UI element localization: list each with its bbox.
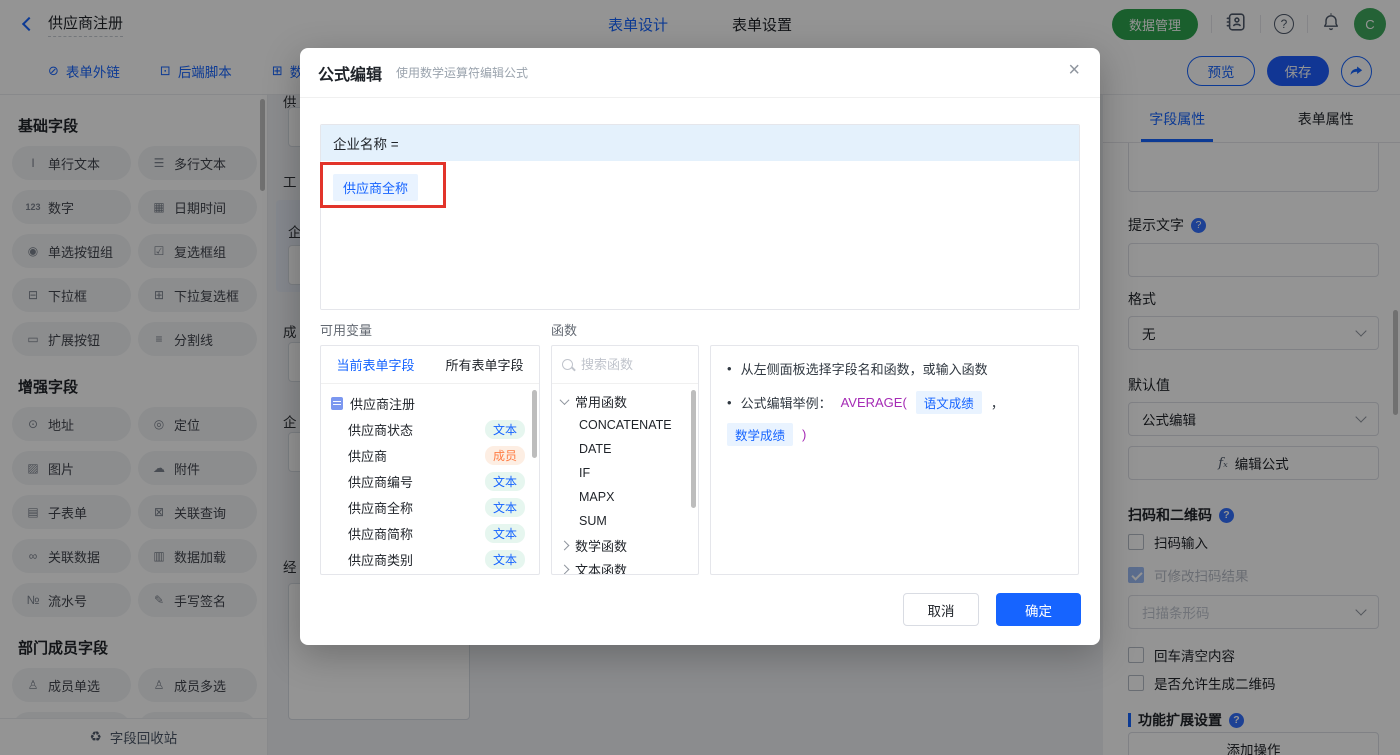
bullet-icon: •: [727, 361, 732, 376]
function-list: 常用函数 CONCATENATE DATE IF MAPX SUM 数学函数 文…: [552, 384, 698, 575]
variable-field-row[interactable]: 供应商简称 文本: [321, 520, 539, 546]
bullet-icon: •: [727, 395, 732, 410]
formula-edit-modal: 公式编辑 使用数学运算符编辑公式 × 企业名称 = 供应商全称 可用变量 函数 …: [300, 48, 1100, 645]
variable-field-row[interactable]: 供应商全称 文本: [321, 494, 539, 520]
app-window: 供应商注册 表单设计 表单设置 数据管理 ? C ⊘ 表单外链 ⊡ 后端脚本 ⊞…: [0, 0, 1400, 755]
function-items: CONCATENATE DATE IF MAPX SUM: [552, 413, 698, 533]
field-type-tag: 文本: [484, 523, 525, 543]
variable-field-row[interactable]: 供应商 成员: [321, 442, 539, 468]
cancel-button[interactable]: 取消: [903, 593, 979, 626]
example-chip: 语文成绩: [915, 391, 982, 414]
function-group-collapsed[interactable]: 文本函数: [552, 557, 698, 575]
field-type-tag: 文本: [484, 549, 525, 569]
search-icon: [562, 359, 573, 370]
function-group-collapsed[interactable]: 数学函数: [552, 533, 698, 557]
example-function: AVERAGE(: [840, 395, 907, 410]
function-item[interactable]: SUM: [552, 509, 698, 533]
variables-list: 供应商注册 供应商状态 文本 供应商 成员 供应商编号 文本 供应商全称 文本 …: [321, 384, 539, 572]
variable-field-row[interactable]: 供应商类别 文本: [321, 546, 539, 572]
chevron-down-icon: [559, 394, 570, 405]
example-close-paren: ): [802, 427, 807, 442]
modal-subtitle: 使用数学运算符编辑公式: [396, 66, 529, 80]
variables-panel: 当前表单字段 所有表单字段 供应商注册 供应商状态 文本 供应商 成员 供应商编…: [320, 345, 540, 575]
help-line-2: • 公式编辑举例： AVERAGE( 语文成绩 ， 数学成绩 ): [727, 391, 1062, 446]
variable-field-row[interactable]: 供应商编号 文本: [321, 468, 539, 494]
field-name: 供应商状态: [348, 422, 414, 438]
variables-label: 可用变量: [320, 323, 373, 338]
functions-scrollbar[interactable]: [691, 390, 696, 508]
function-search[interactable]: [552, 346, 698, 384]
help-text: 从左侧面板选择字段名和函数，或输入函数: [740, 362, 988, 377]
chevron-right-icon: [559, 540, 570, 550]
help-panel: • 从左侧面板选择字段名和函数，或输入函数 • 公式编辑举例： AVERAGE(…: [710, 345, 1079, 575]
field-name: 供应商: [348, 448, 388, 464]
modal-header: 公式编辑 使用数学运算符编辑公式 ×: [300, 48, 1100, 98]
chevron-right-icon: [559, 564, 570, 574]
tab-current-form-fields[interactable]: 当前表单字段: [321, 355, 430, 374]
function-group-common[interactable]: 常用函数: [552, 389, 698, 413]
function-item[interactable]: DATE: [552, 437, 698, 461]
collapsed-groups: 数学函数 文本函数: [552, 533, 698, 575]
function-item[interactable]: MAPX: [552, 485, 698, 509]
field-name: 供应商全称: [348, 500, 414, 516]
formula-target: 企业名称 =: [321, 125, 1079, 161]
form-doc-icon: [331, 396, 343, 410]
field-type-tag: 成员: [484, 445, 525, 465]
tab-all-form-fields[interactable]: 所有表单字段: [430, 355, 539, 374]
field-name: 供应商编号: [348, 474, 414, 490]
group-label: 数学函数: [575, 538, 628, 554]
confirm-button[interactable]: 确定: [996, 593, 1081, 626]
field-rows: 供应商状态 文本 供应商 成员 供应商编号 文本 供应商全称 文本 供应商简称 …: [321, 416, 539, 572]
variables-tabs: 当前表单字段 所有表单字段: [321, 346, 539, 384]
functions-panel: 常用函数 CONCATENATE DATE IF MAPX SUM: [551, 345, 699, 575]
example-comma: ，: [990, 396, 1004, 411]
help-example-prefix: 公式编辑举例：: [740, 396, 832, 411]
group-label: 文本函数: [575, 562, 628, 575]
help-line-1: • 从左侧面板选择字段名和函数，或输入函数: [727, 359, 1062, 378]
variable-field-row[interactable]: 供应商状态 文本: [321, 416, 539, 442]
function-item[interactable]: IF: [552, 461, 698, 485]
field-chip[interactable]: 供应商全称: [333, 174, 419, 201]
close-icon[interactable]: ×: [1068, 60, 1080, 80]
formula-body[interactable]: 供应商全称: [321, 161, 1079, 309]
functions-label: 函数: [551, 323, 578, 338]
example-chip: 数学成绩: [727, 423, 794, 446]
tree-root-label: 供应商注册: [350, 396, 416, 412]
modal-title: 公式编辑: [318, 66, 383, 84]
function-search-input[interactable]: [581, 357, 681, 372]
group-label: 常用函数: [575, 394, 628, 410]
field-name: 供应商简称: [348, 526, 414, 542]
field-type-tag: 文本: [484, 471, 525, 491]
formula-editor[interactable]: 企业名称 = 供应商全称: [320, 124, 1080, 310]
tree-root-form[interactable]: 供应商注册: [321, 390, 539, 416]
variables-scrollbar[interactable]: [532, 390, 537, 458]
field-type-tag: 文本: [484, 497, 525, 517]
field-name: 供应商类别: [348, 552, 414, 568]
field-type-tag: 文本: [484, 419, 525, 439]
function-item[interactable]: CONCATENATE: [552, 413, 698, 437]
